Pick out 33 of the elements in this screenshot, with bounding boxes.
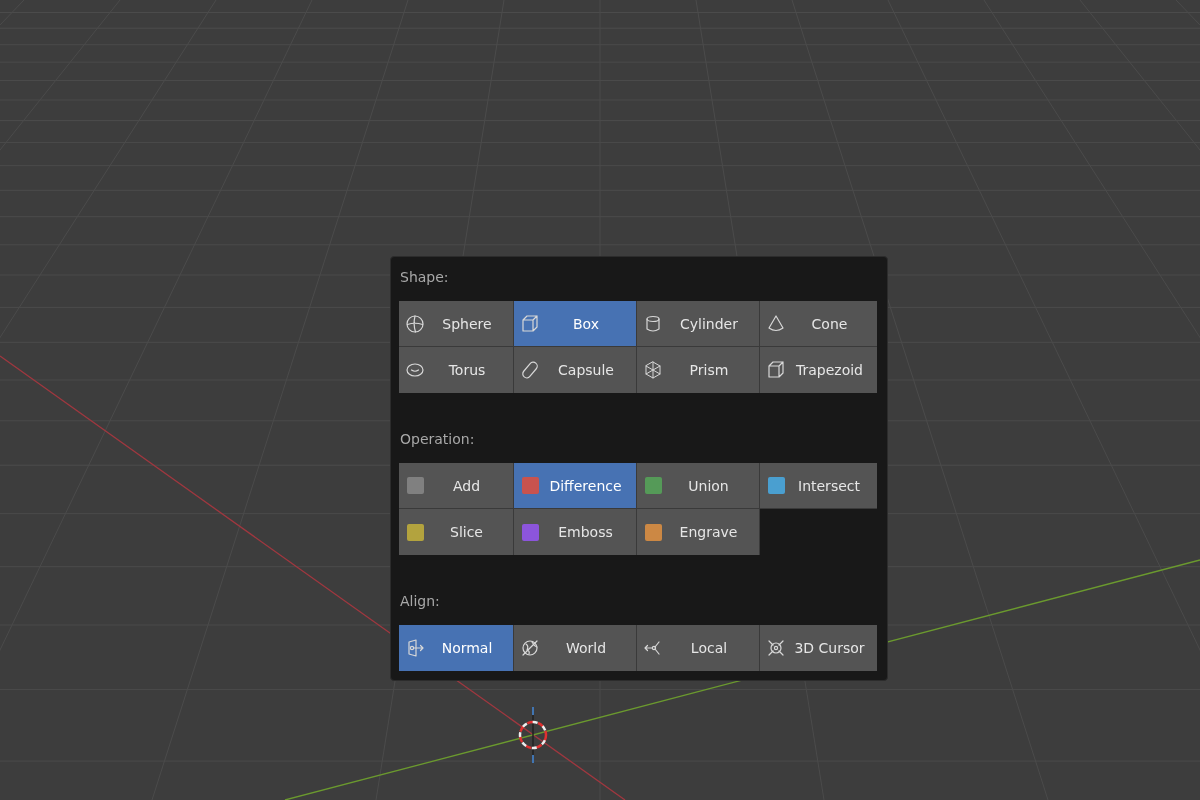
operation-option[interactable]: Difference [514,463,637,509]
operation-option[interactable]: Slice [399,509,514,555]
operation-option[interactable]: Emboss [514,509,637,555]
sphere-icon [405,313,425,334]
shape-option[interactable]: Box [514,301,637,347]
align-option[interactable]: Local [637,625,760,671]
align-option[interactable]: 3D Cursor [760,625,877,671]
operation-option[interactable]: Add [399,463,514,509]
cube-icon [766,360,786,380]
shape-option[interactable]: Torus [399,347,514,393]
section-label: Operation: [400,431,475,449]
capsule-icon [520,360,540,380]
cylinder-icon [643,313,663,334]
operation-option[interactable]: Union [637,463,760,509]
crosshair-icon [766,638,786,658]
shape-option[interactable]: Cone [760,301,877,347]
section-label: Shape: [400,269,449,287]
torus-icon [405,360,425,380]
cube-icon [520,313,540,334]
shape-option[interactable]: Prism [637,347,760,393]
operation-option[interactable]: Intersect [760,463,877,509]
align-option[interactable]: Normal [399,625,514,671]
cone-icon [766,313,786,334]
operation-option[interactable]: Engrave [637,509,760,555]
arrow-out-icon [405,638,425,658]
3d-cursor-icon [516,705,550,765]
section-label: Align: [400,593,440,611]
shape-option[interactable]: Trapezoid [760,347,877,393]
align-option[interactable]: World [514,625,637,671]
shape-option[interactable]: Cylinder [637,301,760,347]
shape-option[interactable]: Capsule [514,347,637,393]
polyhedron-icon [643,360,663,380]
shape-option[interactable]: Sphere [399,301,514,347]
